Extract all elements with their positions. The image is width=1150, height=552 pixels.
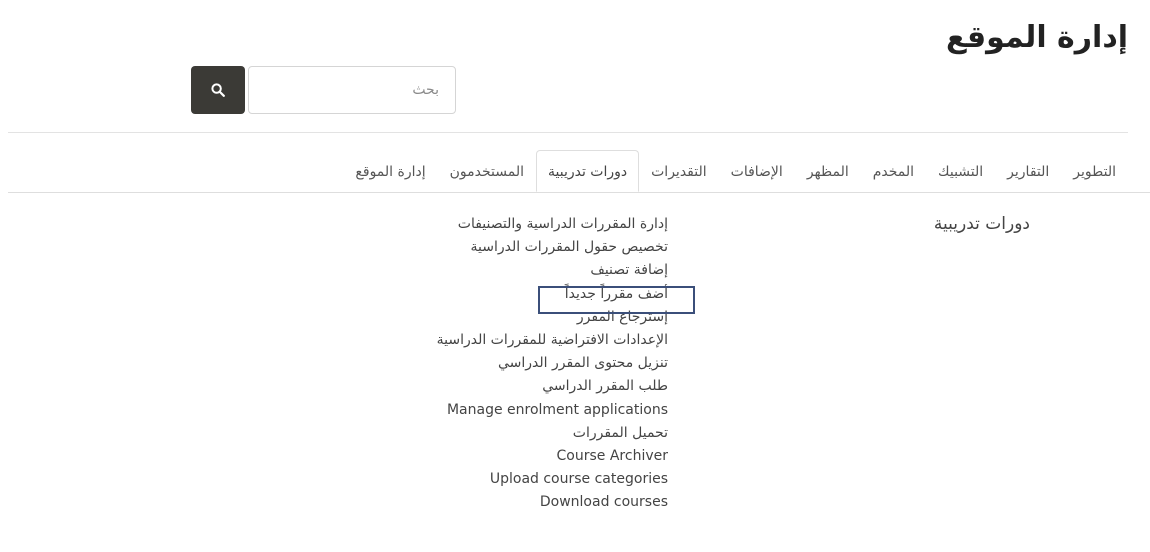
tab-plugins[interactable]: الإضافات (719, 150, 795, 192)
tab-site-administration[interactable]: إدارة الموقع (343, 150, 437, 192)
link-course-request[interactable]: طلب المقرر الدراسي (542, 375, 668, 398)
link-download-course-content[interactable]: تنزيل محتوى المقرر الدراسي (498, 352, 668, 375)
tab-networking[interactable]: التشبيك (926, 150, 995, 192)
tab-users[interactable]: المستخدمون (438, 150, 536, 192)
link-upload-courses[interactable]: تحميل المقررات (573, 422, 668, 445)
link-course-archiver[interactable]: Course Archiver (557, 445, 668, 468)
header-divider (8, 132, 1128, 133)
page-title: إدارة الموقع (946, 20, 1128, 55)
link-download-courses[interactable]: Download courses (540, 491, 668, 514)
search-button[interactable] (191, 66, 245, 114)
tab-development[interactable]: التطوير (1061, 150, 1128, 192)
link-add-category[interactable]: إضافة تصنيف (590, 259, 668, 282)
link-restore-course[interactable]: إسترجاع المقرر (577, 306, 668, 329)
section-heading: دورات تدريبية (933, 214, 1030, 234)
search-icon (211, 83, 225, 97)
tab-server[interactable]: المخدم (861, 150, 926, 192)
link-course-default-settings[interactable]: الإعدادات الافتراضية للمقررات الدراسية (437, 329, 668, 352)
tab-courses[interactable]: دورات تدريبية (535, 150, 640, 192)
link-manage-courses-categories[interactable]: إدارة المقررات الدراسية والتصنيفات (458, 213, 668, 236)
link-manage-enrolment-applications[interactable]: Manage enrolment applications (447, 399, 668, 422)
link-add-new-course[interactable]: أضف مقرراً جديداً (565, 283, 668, 306)
tab-grades[interactable]: التقديرات (639, 150, 719, 192)
link-course-custom-fields[interactable]: تخصيص حقول المقررات الدراسية (471, 236, 668, 259)
search-bar (191, 66, 456, 114)
tab-appearance[interactable]: المظهر (795, 150, 861, 192)
admin-tabs: إدارة الموقع المستخدمون دورات تدريبية ال… (343, 150, 1128, 192)
tab-reports[interactable]: التقارير (995, 150, 1061, 192)
search-input[interactable] (248, 66, 456, 114)
link-upload-course-categories[interactable]: Upload course categories (490, 468, 668, 491)
course-links-list: إدارة المقررات الدراسية والتصنيفات تخصيص… (437, 213, 668, 515)
